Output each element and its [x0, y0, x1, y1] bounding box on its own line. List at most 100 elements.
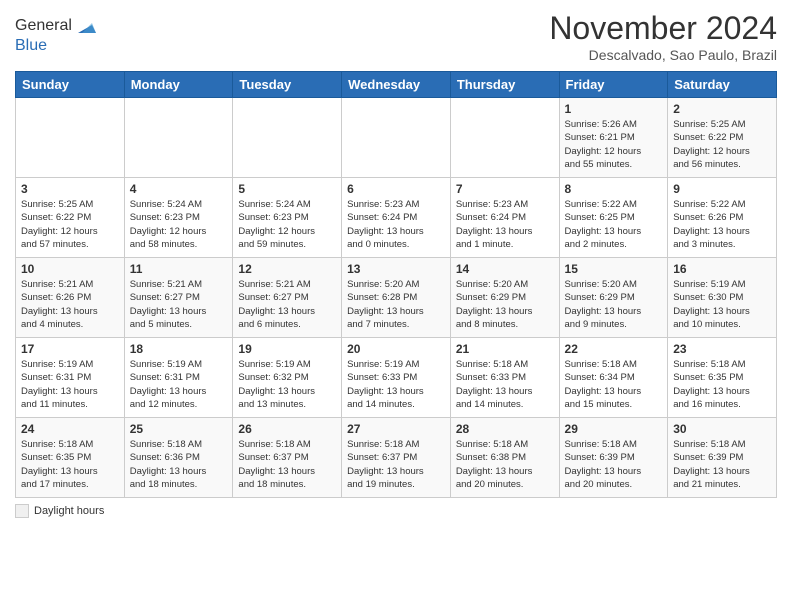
day-info: Sunrise: 5:20 AM Sunset: 6:28 PM Dayligh… — [347, 278, 445, 331]
calendar-week-1: 3 Sunrise: 5:25 AM Sunset: 6:22 PM Daylig… — [16, 178, 777, 258]
calendar-cell: 18 Sunrise: 5:19 AM Sunset: 6:31 PM Dayli… — [124, 338, 233, 418]
calendar-cell: 22 Sunrise: 5:18 AM Sunset: 6:34 PM Dayli… — [559, 338, 668, 418]
day-info: Sunrise: 5:23 AM Sunset: 6:24 PM Dayligh… — [347, 198, 445, 251]
day-number: 19 — [238, 342, 336, 356]
calendar-cell — [233, 98, 342, 178]
day-number: 2 — [673, 102, 771, 116]
calendar-week-4: 24Sunrise: 5:18 AM Sunset: 6:35 PM Dayli… — [16, 418, 777, 498]
day-info: Sunrise: 5:18 AM Sunset: 6:38 PM Dayligh… — [456, 438, 554, 491]
day-number: 23 — [673, 342, 771, 356]
calendar-cell: 5 Sunrise: 5:24 AM Sunset: 6:23 PM Daylig… — [233, 178, 342, 258]
page-container: General Blue November 2024 Descalvado, S… — [0, 0, 792, 528]
header-cell-friday: Friday — [559, 72, 668, 98]
day-info: Sunrise: 5:19 AM Sunset: 6:31 PM Dayligh… — [21, 358, 119, 411]
calendar-table: SundayMondayTuesdayWednesdayThursdayFrid… — [15, 71, 777, 498]
day-info: Sunrise: 5:18 AM Sunset: 6:35 PM Dayligh… — [21, 438, 119, 491]
header-cell-wednesday: Wednesday — [342, 72, 451, 98]
day-number: 11 — [130, 262, 228, 276]
calendar-cell: 1 Sunrise: 5:26 AM Sunset: 6:21 PM Daylig… — [559, 98, 668, 178]
calendar-cell: 12 Sunrise: 5:21 AM Sunset: 6:27 PM Dayli… — [233, 258, 342, 338]
day-number: 22 — [565, 342, 663, 356]
calendar-cell: 7 Sunrise: 5:23 AM Sunset: 6:24 PM Daylig… — [450, 178, 559, 258]
calendar-cell: 26 Sunrise: 5:18 AM Sunset: 6:37 PM Dayli… — [233, 418, 342, 498]
calendar-cell: 28 Sunrise: 5:18 AM Sunset: 6:38 PM Dayli… — [450, 418, 559, 498]
logo-icon — [74, 15, 96, 37]
header-cell-monday: Monday — [124, 72, 233, 98]
calendar-cell: 16Sunrise: 5:19 AM Sunset: 6:30 PM Dayli… — [668, 258, 777, 338]
day-info: Sunrise: 5:18 AM Sunset: 6:39 PM Dayligh… — [673, 438, 771, 491]
day-info: Sunrise: 5:21 AM Sunset: 6:26 PM Dayligh… — [21, 278, 119, 331]
day-number: 26 — [238, 422, 336, 436]
calendar-cell: 3 Sunrise: 5:25 AM Sunset: 6:22 PM Daylig… — [16, 178, 125, 258]
day-number: 20 — [347, 342, 445, 356]
footer-legend: Daylight hours — [15, 504, 104, 518]
day-number: 27 — [347, 422, 445, 436]
day-number: 1 — [565, 102, 663, 116]
calendar-cell: 21 Sunrise: 5:18 AM Sunset: 6:33 PM Dayli… — [450, 338, 559, 418]
calendar-cell: 6 Sunrise: 5:23 AM Sunset: 6:24 PM Daylig… — [342, 178, 451, 258]
day-number: 29 — [565, 422, 663, 436]
day-info: Sunrise: 5:26 AM Sunset: 6:21 PM Dayligh… — [565, 118, 663, 171]
calendar-week-2: 10 Sunrise: 5:21 AM Sunset: 6:26 PM Dayli… — [16, 258, 777, 338]
day-info: Sunrise: 5:18 AM Sunset: 6:36 PM Dayligh… — [130, 438, 228, 491]
calendar-cell: 11 Sunrise: 5:21 AM Sunset: 6:27 PM Dayli… — [124, 258, 233, 338]
calendar-cell — [124, 98, 233, 178]
day-info: Sunrise: 5:18 AM Sunset: 6:33 PM Dayligh… — [456, 358, 554, 411]
day-info: Sunrise: 5:25 AM Sunset: 6:22 PM Dayligh… — [21, 198, 119, 251]
day-info: Sunrise: 5:19 AM Sunset: 6:30 PM Dayligh… — [673, 278, 771, 331]
calendar-header-row: SundayMondayTuesdayWednesdayThursdayFrid… — [16, 72, 777, 98]
calendar-cell: 30 Sunrise: 5:18 AM Sunset: 6:39 PM Dayli… — [668, 418, 777, 498]
day-info: Sunrise: 5:20 AM Sunset: 6:29 PM Dayligh… — [565, 278, 663, 331]
calendar-cell: 17 Sunrise: 5:19 AM Sunset: 6:31 PM Dayli… — [16, 338, 125, 418]
day-number: 18 — [130, 342, 228, 356]
calendar-week-0: 1 Sunrise: 5:26 AM Sunset: 6:21 PM Daylig… — [16, 98, 777, 178]
day-number: 17 — [21, 342, 119, 356]
day-number: 14 — [456, 262, 554, 276]
calendar-cell: 19Sunrise: 5:19 AM Sunset: 6:32 PM Dayli… — [233, 338, 342, 418]
day-number: 8 — [565, 182, 663, 196]
day-info: Sunrise: 5:21 AM Sunset: 6:27 PM Dayligh… — [130, 278, 228, 331]
day-info: Sunrise: 5:18 AM Sunset: 6:34 PM Dayligh… — [565, 358, 663, 411]
day-number: 25 — [130, 422, 228, 436]
calendar-cell: 25 Sunrise: 5:18 AM Sunset: 6:36 PM Dayli… — [124, 418, 233, 498]
day-number: 10 — [21, 262, 119, 276]
day-info: Sunrise: 5:18 AM Sunset: 6:39 PM Dayligh… — [565, 438, 663, 491]
calendar-cell — [16, 98, 125, 178]
day-info: Sunrise: 5:18 AM Sunset: 6:35 PM Dayligh… — [673, 358, 771, 411]
day-info: Sunrise: 5:19 AM Sunset: 6:31 PM Dayligh… — [130, 358, 228, 411]
day-number: 6 — [347, 182, 445, 196]
calendar-cell: 29 Sunrise: 5:18 AM Sunset: 6:39 PM Dayli… — [559, 418, 668, 498]
day-info: Sunrise: 5:19 AM Sunset: 6:33 PM Dayligh… — [347, 358, 445, 411]
day-info: Sunrise: 5:24 AM Sunset: 6:23 PM Dayligh… — [238, 198, 336, 251]
logo-general-text: General — [15, 17, 72, 35]
calendar-cell: 24Sunrise: 5:18 AM Sunset: 6:35 PM Dayli… — [16, 418, 125, 498]
calendar-cell — [342, 98, 451, 178]
calendar-cell: 20 Sunrise: 5:19 AM Sunset: 6:33 PM Dayli… — [342, 338, 451, 418]
day-number: 28 — [456, 422, 554, 436]
day-info: Sunrise: 5:23 AM Sunset: 6:24 PM Dayligh… — [456, 198, 554, 251]
calendar-cell: 10 Sunrise: 5:21 AM Sunset: 6:26 PM Dayli… — [16, 258, 125, 338]
header-cell-sunday: Sunday — [16, 72, 125, 98]
day-info: Sunrise: 5:18 AM Sunset: 6:37 PM Dayligh… — [347, 438, 445, 491]
day-info: Sunrise: 5:25 AM Sunset: 6:22 PM Dayligh… — [673, 118, 771, 171]
calendar-week-3: 17 Sunrise: 5:19 AM Sunset: 6:31 PM Dayli… — [16, 338, 777, 418]
calendar-cell: 14Sunrise: 5:20 AM Sunset: 6:29 PM Dayli… — [450, 258, 559, 338]
header-cell-tuesday: Tuesday — [233, 72, 342, 98]
logo: General Blue — [15, 15, 96, 55]
day-info: Sunrise: 5:21 AM Sunset: 6:27 PM Dayligh… — [238, 278, 336, 331]
day-info: Sunrise: 5:18 AM Sunset: 6:37 PM Dayligh… — [238, 438, 336, 491]
footer: Daylight hours — [15, 504, 777, 518]
day-number: 21 — [456, 342, 554, 356]
day-number: 12 — [238, 262, 336, 276]
calendar-cell — [450, 98, 559, 178]
legend-box — [15, 504, 29, 518]
location: Descalvado, Sao Paulo, Brazil — [549, 47, 777, 63]
day-number: 30 — [673, 422, 771, 436]
day-number: 4 — [130, 182, 228, 196]
day-number: 3 — [21, 182, 119, 196]
day-number: 7 — [456, 182, 554, 196]
day-number: 15 — [565, 262, 663, 276]
day-number: 5 — [238, 182, 336, 196]
day-number: 13 — [347, 262, 445, 276]
header-cell-thursday: Thursday — [450, 72, 559, 98]
